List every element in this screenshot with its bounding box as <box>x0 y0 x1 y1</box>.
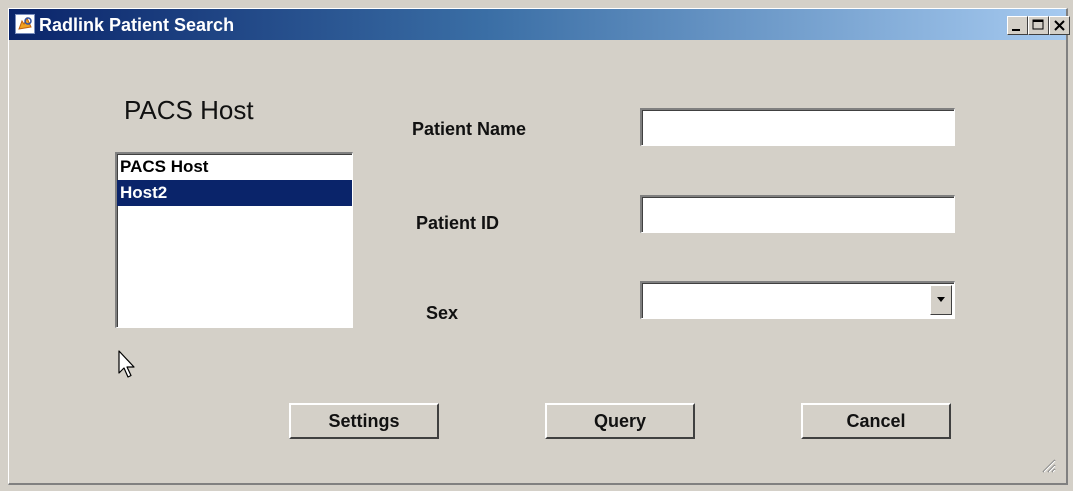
close-button[interactable] <box>1049 16 1070 35</box>
pacs-host-heading: PACS Host <box>124 95 254 125</box>
mouse-pointer-icon <box>118 350 135 378</box>
dropdown-button[interactable] <box>930 285 952 315</box>
close-icon <box>1054 20 1065 31</box>
pacs-host-listbox[interactable]: PACS Host Host2 <box>115 152 353 328</box>
patient-id-field[interactable] <box>640 195 955 233</box>
patient-id-label: Patient ID <box>416 213 500 233</box>
sex-label: Sex <box>426 303 459 323</box>
minimize-icon <box>1012 29 1020 31</box>
patient-name-label: Patient Name <box>412 119 527 139</box>
minimize-button[interactable] <box>1007 16 1028 35</box>
radlink-window: Radlink Patient Search PACS Host PACS Ho… <box>8 8 1070 485</box>
patient-name-field[interactable] <box>640 108 955 146</box>
query-button[interactable]: Query <box>545 403 695 439</box>
sex-select[interactable] <box>640 281 955 319</box>
window-title: Radlink Patient Search <box>39 15 235 35</box>
list-item[interactable]: PACS Host <box>117 154 352 180</box>
title-bar[interactable]: Radlink Patient Search <box>9 9 1070 40</box>
maximize-button[interactable] <box>1028 16 1049 35</box>
settings-button[interactable]: Settings <box>289 403 439 439</box>
maximize-icon <box>1032 19 1044 30</box>
cancel-button[interactable]: Cancel <box>801 403 951 439</box>
radlink-app-icon[interactable] <box>15 14 35 34</box>
chevron-down-icon <box>937 297 945 302</box>
list-item[interactable]: Host2 <box>117 180 352 206</box>
resize-grip-icon[interactable] <box>1040 457 1056 473</box>
